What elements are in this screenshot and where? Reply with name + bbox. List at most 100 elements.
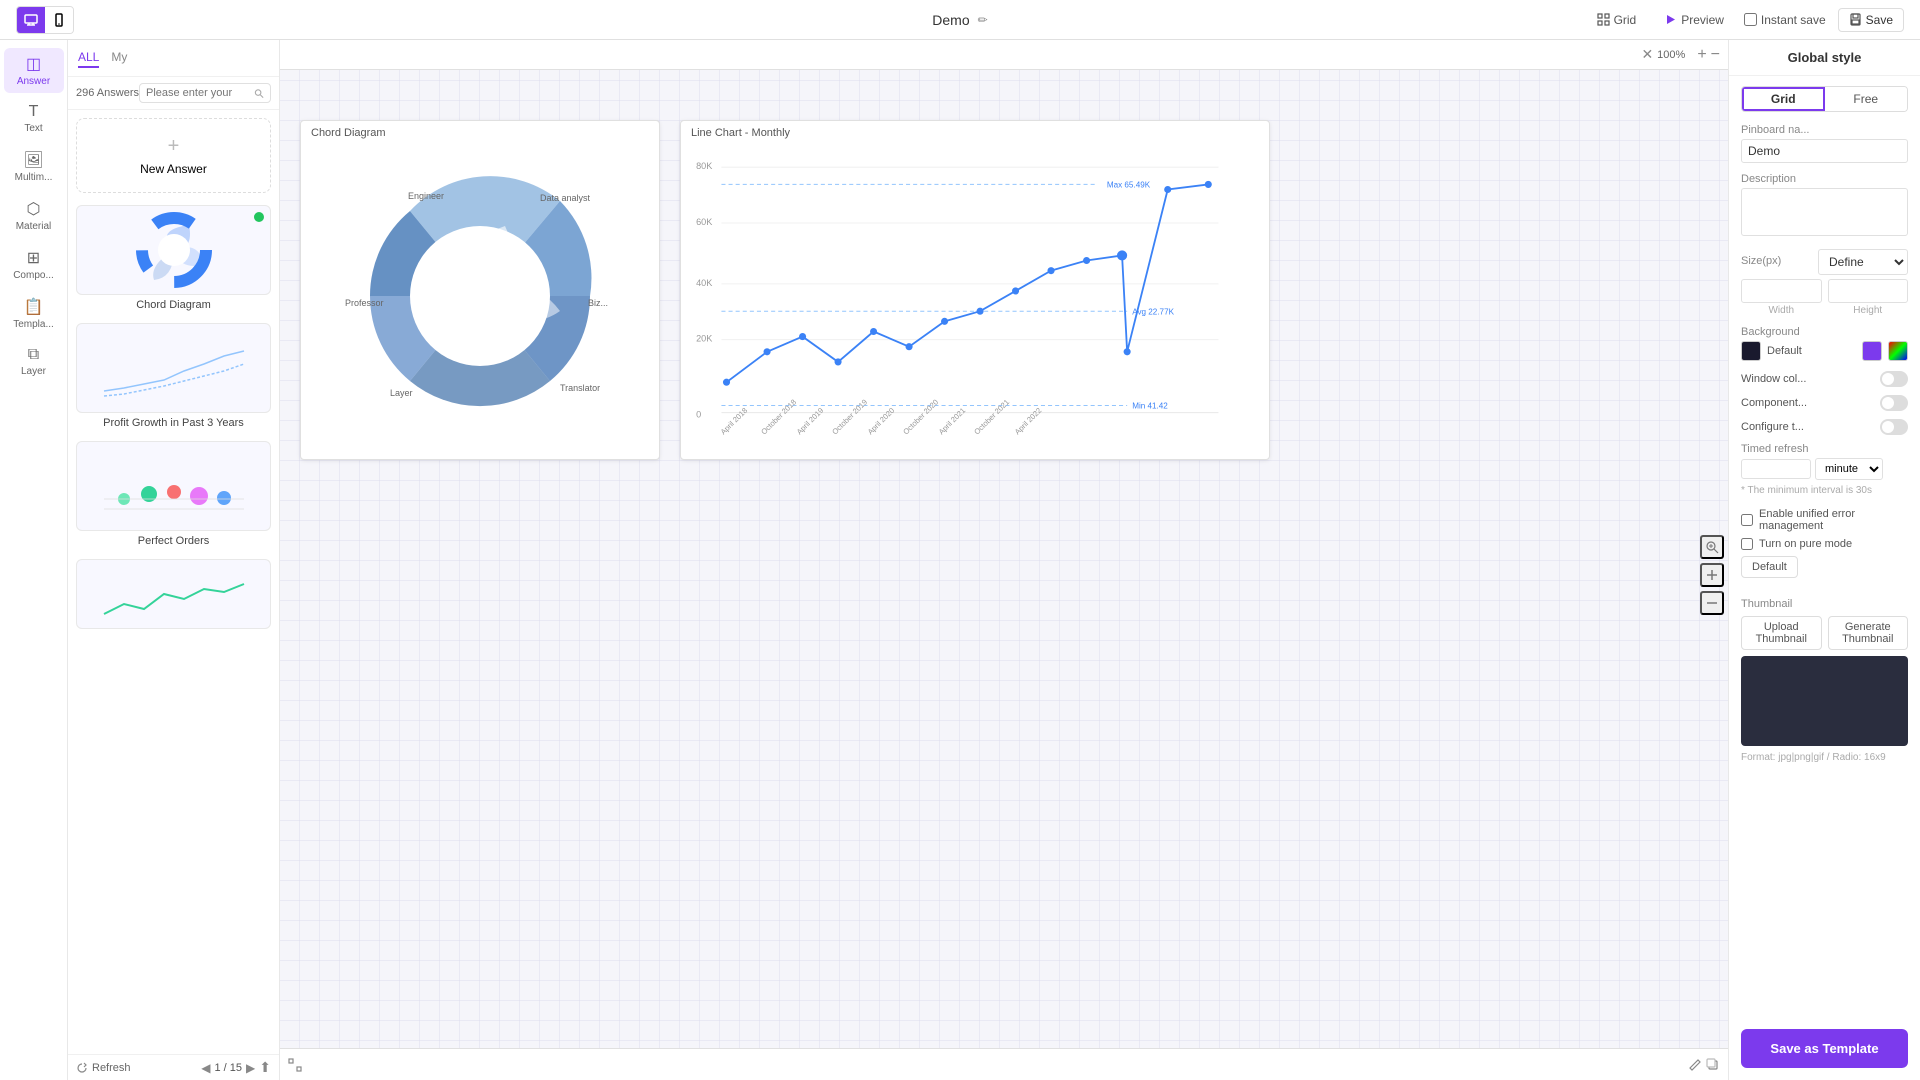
svg-text:Max 65.49K: Max 65.49K [1107,180,1151,189]
sidebar-item-component-label: Compo... [13,270,54,281]
answer-panel-header: ALL My [68,40,279,77]
copy-canvas-icon[interactable] [1706,1058,1720,1072]
refresh-unit-select[interactable]: minute second hour [1815,458,1883,480]
canvas-bottom-left [288,1058,302,1072]
thumbnail-btns: UploadThumbnail GenerateThumbnail [1741,616,1908,650]
upload-thumbnail-btn[interactable]: UploadThumbnail [1741,616,1822,650]
perfect-orders-svg [94,454,254,519]
layout-free-btn[interactable]: Free [1825,87,1908,111]
chord-chart-body: Data analyst Biz... Translator Layer Pro… [301,141,659,451]
configure-toggle[interactable] [1880,419,1908,435]
default-button[interactable]: Default [1741,556,1798,578]
save-label: Save [1866,13,1893,27]
svg-text:0: 0 [696,410,701,420]
canvas-plus-btn[interactable] [1700,563,1724,587]
refresh-value-input[interactable] [1741,459,1811,479]
sidebar-item-component[interactable]: ⊞ Compo... [4,242,64,287]
canvas-zoom-btn[interactable] [1700,535,1724,559]
canvas-bottom-bar [280,1048,1728,1080]
svg-text:April 2018: April 2018 [719,406,750,437]
configure-label: Configure t... [1741,421,1804,433]
canvas-chord-card[interactable]: Chord Diagram [300,120,660,460]
sidebar-item-text[interactable]: T Text [4,97,64,140]
bg-palette-swatch[interactable] [1888,341,1908,361]
canvas-minus-btn[interactable] [1700,591,1724,615]
expand-icon[interactable]: ⬆ [259,1059,271,1076]
width-input[interactable] [1741,279,1822,303]
svg-text:20K: 20K [696,334,712,344]
component-toggle[interactable] [1880,395,1908,411]
mobile-view-btn[interactable] [45,7,73,33]
size-select[interactable]: Define [1818,249,1908,275]
save-btn[interactable]: Save [1838,8,1904,32]
pinboard-name-row: Pinboard na... [1741,124,1908,163]
window-color-label: Window col... [1741,373,1806,385]
height-field: Height [1828,279,1909,316]
demo-title: Demo [932,12,969,28]
sidebar-item-layer[interactable]: ⧉ Layer [4,340,64,383]
page-indicator: 1 / 15 [215,1062,243,1074]
zoom-in-btn[interactable]: + [1697,46,1706,64]
description-input[interactable] [1741,188,1908,236]
search-icon [254,88,264,99]
perfect-orders-card[interactable]: Perfect Orders [76,441,271,547]
close-canvas-btn[interactable]: ✕ [1641,46,1653,63]
pure-mode-checkbox[interactable] [1741,538,1753,550]
instant-save-input[interactable] [1744,13,1757,26]
height-label: Height [1828,305,1909,316]
chord-diagram-card[interactable]: Chord Diagram [76,205,271,311]
svg-text:Data analyst: Data analyst [540,193,591,203]
refresh-hint: * The minimum interval is 30s [1741,484,1908,498]
sidebar-item-template[interactable]: 📋 Templa... [4,291,64,336]
answer-thumb-4-svg [94,564,254,624]
zoom-out-btn[interactable]: − [1711,46,1720,64]
svg-text:October 2018: October 2018 [759,398,798,437]
desktop-view-btn[interactable] [17,7,45,33]
canvas: Chord Diagram [280,70,1728,1080]
window-color-toggle[interactable] [1880,371,1908,387]
bg-accent-swatch[interactable] [1862,341,1882,361]
bg-color-swatch[interactable] [1741,341,1761,361]
tab-group: ALL My [78,48,127,68]
svg-text:60K: 60K [696,217,712,227]
svg-text:Biz...: Biz... [588,298,608,308]
save-template-btn[interactable]: Save as Template [1741,1029,1908,1068]
canvas-bottom-right [1688,1058,1720,1072]
height-input[interactable] [1828,279,1909,303]
sidebar-item-answer[interactable]: ◫ Answer [4,48,64,93]
answer-card-4[interactable] [76,559,271,629]
grid-btn[interactable]: Grid [1589,9,1645,31]
profit-growth-card[interactable]: Profit Growth in Past 3 Years [76,323,271,429]
canvas-line-card[interactable]: Line Chart - Monthly 80K 60K 40K 20K 0 [680,120,1270,460]
preview-btn[interactable]: Preview [1656,9,1732,31]
pinboard-name-label: Pinboard na... [1741,124,1908,136]
thumbnail-format: Format: jpg|png|gif / Radio: 16x9 [1741,752,1908,763]
layer-icon: ⧉ [28,346,39,364]
answer-icon: ◫ [26,54,41,74]
tab-my[interactable]: My [111,48,127,68]
chord-thumb-svg [134,210,214,290]
refresh-label: Refresh [92,1062,131,1074]
generate-thumbnail-btn[interactable]: GenerateThumbnail [1828,616,1909,650]
pinboard-name-input[interactable] [1741,139,1908,163]
bg-default-label: Default [1767,345,1856,357]
tab-all[interactable]: ALL [78,48,99,68]
sidebar-item-material[interactable]: ⬡ Material [4,193,64,238]
next-page-btn[interactable]: ▶ [246,1061,255,1075]
edit-title-icon[interactable]: ✏ [978,13,988,27]
line-chart-svg: 80K 60K 40K 20K 0 Max 65.49K [691,145,1259,447]
edit-canvas-icon[interactable] [1688,1058,1702,1072]
layout-grid-btn[interactable]: Grid [1742,87,1825,111]
pagination: ◀ 1 / 15 ▶ ⬆ [201,1059,271,1076]
sidebar-item-media[interactable]: 🖼 Multim... [4,144,64,189]
unified-error-checkbox[interactable] [1741,514,1753,526]
search-input[interactable] [146,87,254,99]
chord-chart-svg: Data analyst Biz... Translator Layer Pro… [330,151,630,441]
instant-save-checkbox[interactable]: Instant save [1744,13,1826,27]
prev-page-btn[interactable]: ◀ [201,1061,210,1075]
new-answer-btn[interactable]: + New Answer [76,118,271,193]
profit-thumb-svg [94,336,254,401]
svg-text:April 2020: April 2020 [866,406,897,437]
main-layout: ◫ Answer T Text 🖼 Multim... ⬡ Material ⊞… [0,40,1920,1080]
configure-thumb [1882,421,1894,433]
